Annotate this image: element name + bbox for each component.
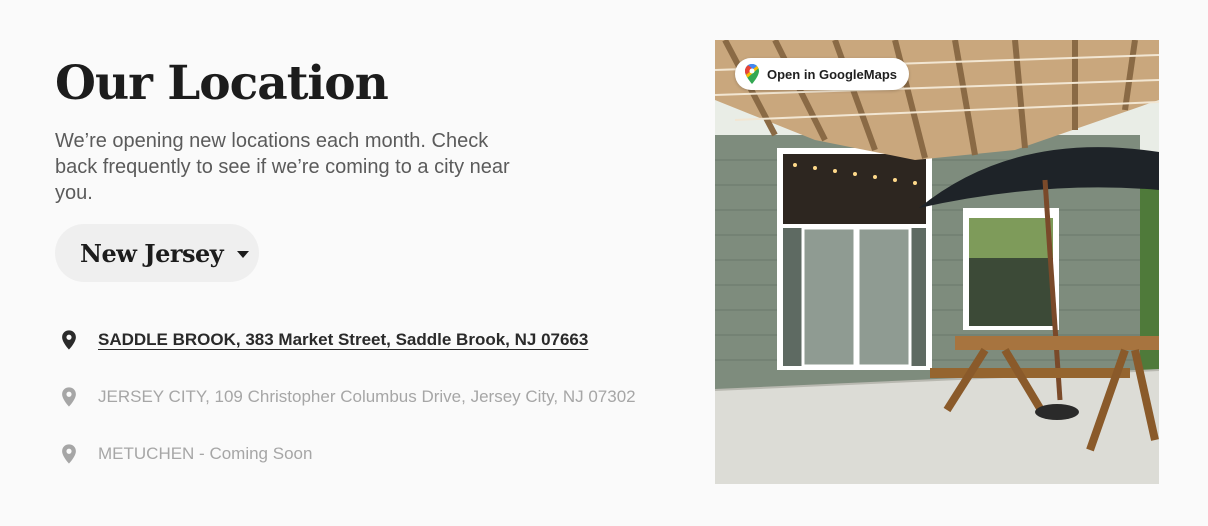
location-photo: Open in GoogleMaps [715, 40, 1159, 484]
location-label: JERSEY CITY, 109 Christopher Columbus Dr… [98, 387, 636, 406]
location-list: SADDLE BROOK, 383 Market Street, Saddle … [58, 326, 678, 497]
map-pin-icon [62, 444, 76, 464]
location-label: METUCHEN - Coming Soon [98, 444, 313, 463]
google-maps-pin-icon [745, 64, 759, 84]
location-item-jersey-city[interactable]: JERSEY CITY, 109 Christopher Columbus Dr… [58, 383, 678, 411]
page-title: Our Location [55, 56, 389, 111]
state-dropdown-label: New Jersey [80, 238, 224, 268]
location-section: Our Location We’re opening new locations… [0, 0, 1208, 526]
map-pin-icon [62, 387, 76, 407]
map-pin-icon [62, 330, 76, 350]
caret-down-icon [237, 250, 250, 258]
patio-illustration [715, 40, 1159, 484]
intro-text: We’re opening new locations each month. … [55, 130, 510, 204]
location-item-saddle-brook[interactable]: SADDLE BROOK, 383 Market Street, Saddle … [58, 326, 678, 354]
open-in-google-maps-button[interactable]: Open in GoogleMaps [735, 58, 910, 90]
state-dropdown[interactable]: New Jersey [55, 224, 259, 282]
open-in-google-maps-label: Open in GoogleMaps [767, 66, 898, 82]
location-label: SADDLE BROOK, 383 Market Street, Saddle … [98, 330, 589, 349]
location-item-metuchen[interactable]: METUCHEN - Coming Soon [58, 440, 678, 468]
